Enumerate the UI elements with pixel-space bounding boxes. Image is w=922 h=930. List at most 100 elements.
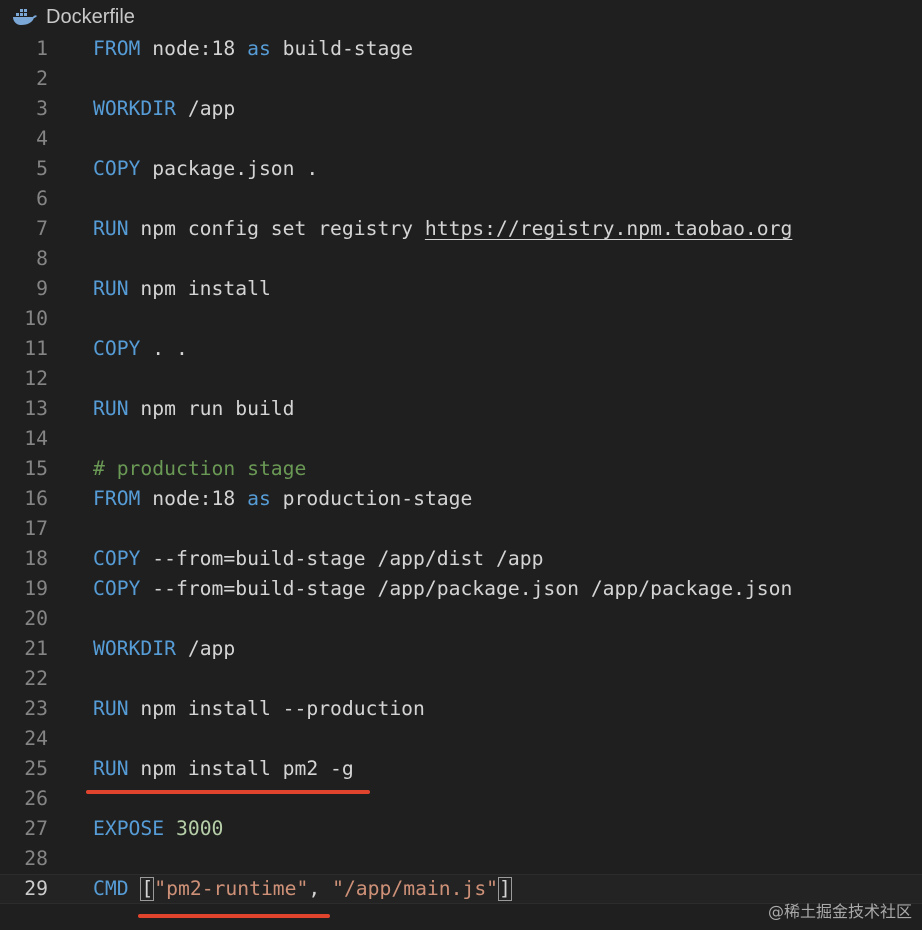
keyword-token: RUN — [93, 217, 129, 240]
code-line[interactable]: 3 WORKDIR /app — [0, 94, 922, 124]
code-text[interactable]: RUN npm install --production — [93, 694, 425, 724]
matched-bracket: [ — [140, 877, 155, 901]
text-token: node:18 — [140, 37, 248, 60]
code-line[interactable]: 4 — [0, 124, 922, 154]
code-text[interactable]: COPY package.json . — [93, 154, 318, 184]
text-token: , — [308, 877, 333, 900]
line-number: 14 — [24, 427, 48, 450]
line-number: 22 — [24, 667, 48, 690]
text-token: npm install — [128, 277, 271, 300]
code-line[interactable]: 2 — [0, 64, 922, 94]
code-text[interactable]: FROM node:18 as build-stage — [93, 34, 413, 64]
line-number: 21 — [24, 637, 48, 660]
text-token: npm config set registry — [128, 217, 425, 240]
code-text[interactable]: COPY . . — [93, 334, 188, 364]
text-token: /app — [175, 637, 236, 660]
editor-tab-header: Dockerfile — [0, 0, 922, 34]
keyword-token: RUN — [93, 397, 129, 420]
code-text[interactable]: RUN npm install — [93, 274, 271, 304]
line-number: 17 — [24, 517, 48, 540]
text-token: /app — [175, 97, 236, 120]
keyword-token: FROM — [93, 37, 141, 60]
line-number: 3 — [36, 97, 48, 120]
code-line[interactable]: 10 — [0, 304, 922, 334]
code-line[interactable]: 18 COPY --from=build-stage /app/dist /app — [0, 544, 922, 574]
code-line[interactable]: 20 — [0, 604, 922, 634]
file-name-label[interactable]: Dockerfile — [46, 4, 135, 30]
red-underline-annotation-line-25 — [86, 790, 370, 794]
keyword-token: WORKDIR — [93, 97, 176, 120]
code-line[interactable]: 22 — [0, 664, 922, 694]
line-number: 1 — [36, 37, 48, 60]
code-text[interactable]: COPY --from=build-stage /app/dist /app — [93, 544, 543, 574]
line-number: 15 — [24, 457, 48, 480]
line-number: 25 — [24, 757, 48, 780]
line-number: 26 — [24, 787, 48, 810]
code-line[interactable]: 11 COPY . . — [0, 334, 922, 364]
code-editor[interactable]: 1 FROM node:18 as build-stage 2 3 WORKDIR /a… — [0, 34, 922, 904]
code-text[interactable]: # production stage — [93, 454, 306, 484]
string-token: "pm2-runtime" — [154, 877, 309, 900]
text-token: npm run build — [128, 397, 295, 420]
code-text[interactable]: FROM node:18 as production-stage — [93, 484, 472, 514]
keyword-token: RUN — [93, 757, 129, 780]
code-line[interactable]: 12 — [0, 364, 922, 394]
code-line[interactable]: 1 FROM node:18 as build-stage — [0, 34, 922, 64]
keyword-token: FROM — [93, 487, 141, 510]
text-token: --from=build-stage /app/dist /app — [140, 547, 544, 570]
code-text[interactable]: RUN npm run build — [93, 394, 295, 424]
code-line[interactable]: 26 — [0, 784, 922, 814]
code-line[interactable]: 25 RUN npm install pm2 -g — [0, 754, 922, 784]
keyword-token: COPY — [93, 577, 141, 600]
code-text[interactable]: COPY --from=build-stage /app/package.jso… — [93, 574, 792, 604]
keyword-token: EXPOSE — [93, 817, 165, 840]
code-line[interactable]: 28 — [0, 844, 922, 874]
keyword-token: RUN — [93, 277, 129, 300]
line-number: 18 — [24, 547, 48, 570]
text-token: node:18 — [140, 487, 248, 510]
code-line[interactable]: 6 — [0, 184, 922, 214]
code-line[interactable]: 16 FROM node:18 as production-stage — [0, 484, 922, 514]
code-line[interactable]: 9 RUN npm install — [0, 274, 922, 304]
code-line[interactable]: 27 EXPOSE 3000 — [0, 814, 922, 844]
code-text[interactable]: RUN npm config set registry https://regi… — [93, 214, 792, 244]
code-text[interactable]: RUN npm install pm2 -g — [93, 754, 354, 784]
code-line[interactable]: 21 WORKDIR /app — [0, 634, 922, 664]
line-number: 16 — [24, 487, 48, 510]
code-line[interactable]: 17 — [0, 514, 922, 544]
keyword-token: as — [247, 487, 271, 510]
keyword-token: WORKDIR — [93, 637, 176, 660]
code-line[interactable]: 8 — [0, 244, 922, 274]
code-line[interactable]: 23 RUN npm install --production — [0, 694, 922, 724]
line-number: 2 — [36, 67, 48, 90]
docker-whale-icon — [12, 8, 38, 26]
line-number: 13 — [24, 397, 48, 420]
matched-bracket: ] — [498, 877, 512, 901]
line-number: 5 — [36, 157, 48, 180]
line-number: 24 — [24, 727, 48, 750]
code-line[interactable]: 15 # production stage — [0, 454, 922, 484]
code-text[interactable]: WORKDIR /app — [93, 94, 235, 124]
code-line[interactable]: 13 RUN npm run build — [0, 394, 922, 424]
code-line[interactable]: 7 RUN npm config set registry https://reg… — [0, 214, 922, 244]
keyword-token: COPY — [93, 157, 141, 180]
keyword-token: RUN — [93, 697, 129, 720]
code-line[interactable]: 14 — [0, 424, 922, 454]
link-token[interactable]: https://registry.npm.taobao.org — [425, 217, 792, 240]
code-text[interactable]: WORKDIR /app — [93, 634, 235, 664]
code-line[interactable]: 5 COPY package.json . — [0, 154, 922, 184]
line-number: 19 — [24, 577, 48, 600]
code-line[interactable]: 19 COPY --from=build-stage /app/package.j… — [0, 574, 922, 604]
line-number: 23 — [24, 697, 48, 720]
code-text[interactable]: EXPOSE 3000 — [93, 814, 223, 844]
line-number: 7 — [36, 217, 48, 240]
string-token: "/app/main.js" — [332, 877, 499, 900]
code-text[interactable]: CMD ["pm2-runtime", "/app/main.js"] — [93, 875, 512, 903]
keyword-token: CMD — [93, 877, 129, 900]
code-line[interactable]: 24 — [0, 724, 922, 754]
text-token: . . — [140, 337, 188, 360]
line-number: 9 — [36, 277, 48, 300]
line-number: 4 — [36, 127, 48, 150]
comment-token: # production stage — [93, 457, 307, 480]
line-number: 8 — [36, 247, 48, 270]
